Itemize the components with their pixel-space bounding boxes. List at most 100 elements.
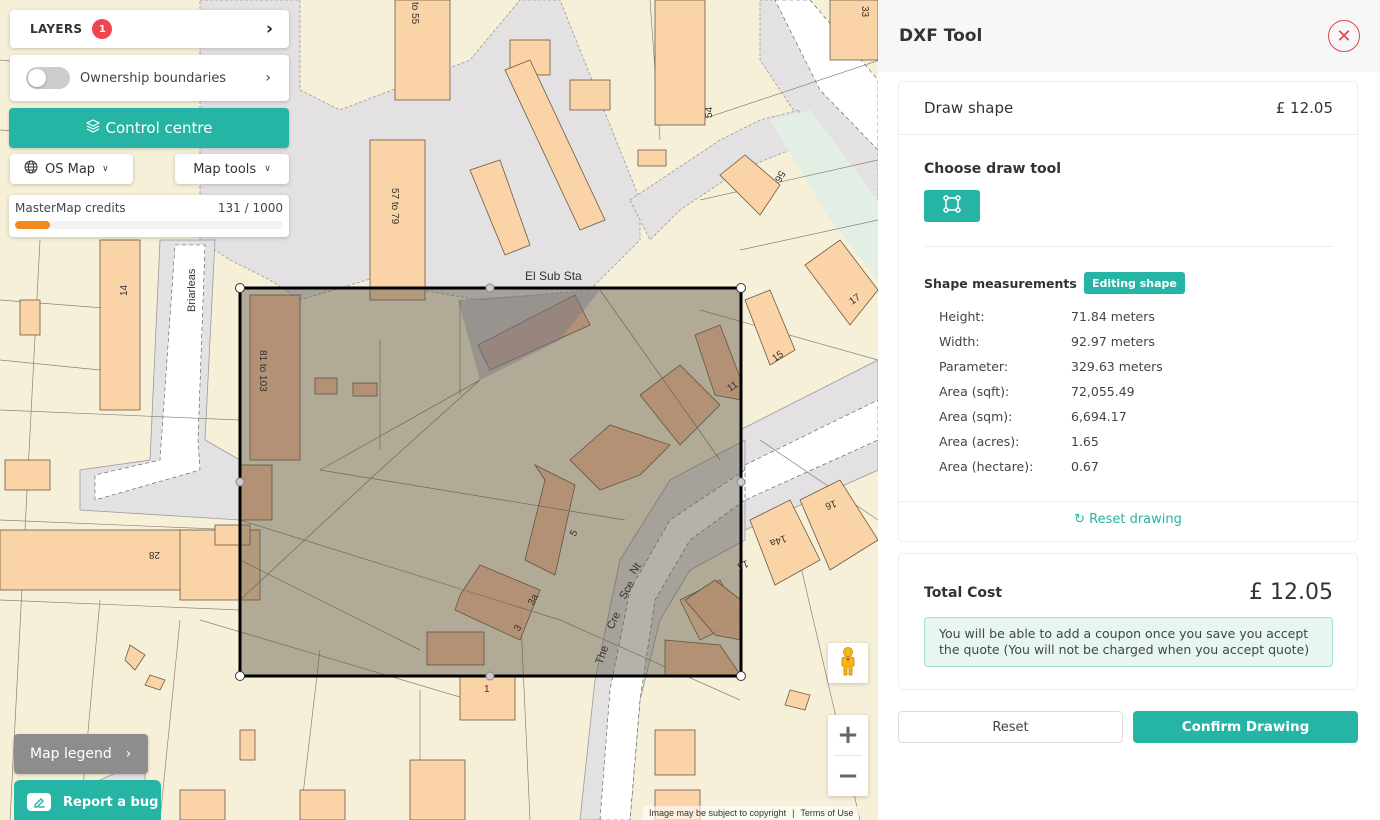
report-bug-button[interactable]: Report a bug <box>14 780 161 820</box>
map-tools-dropdown[interactable]: Map tools ∨ <box>175 154 289 184</box>
divider <box>899 501 1357 502</box>
label-briarleas: Briarleas <box>186 268 198 312</box>
map-legend-button[interactable]: Map legend › <box>14 734 148 774</box>
midpoint-handle <box>235 477 245 487</box>
chevron-down-icon: ∨ <box>102 164 109 174</box>
shape-measurements-title: Shape measurements <box>924 276 1077 291</box>
reset-button[interactable]: Reset <box>898 711 1123 743</box>
terms-of-use-link[interactable]: Terms of Use <box>800 808 853 818</box>
copyright-notice: Image may be subject to copyright <box>649 808 787 818</box>
building <box>299 789 346 820</box>
measurement-label: Area (hectare): <box>939 459 1034 474</box>
building <box>99 239 141 411</box>
measurement-value: 329.63 meters <box>1071 359 1163 374</box>
draw-shape-label: Draw shape <box>924 99 1014 117</box>
measurement-label: Width: <box>939 334 980 349</box>
measurement-row: Area (hectare): 0.67 <box>939 454 1163 479</box>
label-house: 54 <box>704 106 715 118</box>
zoom-in-button[interactable]: + <box>828 715 868 755</box>
building <box>744 289 796 366</box>
close-button[interactable]: ✕ <box>1328 20 1360 52</box>
map-tools-label: Map tools <box>193 161 257 177</box>
total-cost-card: Total Cost £ 12.05 You will be able to a… <box>898 553 1358 690</box>
street-view-pegman[interactable] <box>828 643 868 683</box>
vertex-handle <box>235 671 245 681</box>
measurement-value: 6,694.17 <box>1071 409 1127 424</box>
measurement-row: Parameter: 329.63 meters <box>939 354 1163 379</box>
ownership-boundaries-toggle[interactable] <box>26 67 70 89</box>
chevron-right-icon: › <box>265 19 273 39</box>
measurements-list: Height: 71.84 meters Width: 92.97 meters Par… <box>939 304 1163 479</box>
ownership-boundaries-label: Ownership boundaries <box>80 70 227 86</box>
building <box>239 464 273 521</box>
measurement-value: 71.84 meters <box>1071 309 1155 324</box>
vertex-handle <box>736 283 746 293</box>
layers-label: LAYERS <box>30 22 83 36</box>
measurement-label: Height: <box>939 309 985 324</box>
building <box>19 299 41 336</box>
chevron-down-icon: ∨ <box>264 164 271 174</box>
panel-title: DXF Tool <box>899 26 983 46</box>
confirm-drawing-button[interactable]: Confirm Drawing <box>1133 711 1358 743</box>
building <box>409 759 466 820</box>
building <box>459 674 516 721</box>
control-centre-label: Control centre <box>105 119 213 137</box>
selection-shape <box>235 283 746 681</box>
measurement-row: Area (sqft): 72,055.49 <box>939 379 1163 404</box>
building <box>352 382 378 397</box>
draw-shape-header: Draw shape £ 12.05 <box>899 82 1357 135</box>
vertex-handle <box>736 671 746 681</box>
refresh-icon: ↻ <box>1074 512 1085 527</box>
credits-count: 131 / 1000 <box>217 201 283 215</box>
measurement-row: Area (sqm): 6,694.17 <box>939 404 1163 429</box>
label-house: 28 <box>148 549 160 560</box>
layers-count-badge: 1 <box>92 19 113 39</box>
measurement-label: Area (sqm): <box>939 409 1013 424</box>
rectangle-draw-tool-button[interactable] <box>924 190 980 222</box>
mastermap-credits: MasterMap credits 131 / 1000 <box>9 195 289 237</box>
label-house: to 55 <box>409 2 420 25</box>
midpoint-handle <box>485 283 495 293</box>
pencil-icon <box>27 793 51 811</box>
layers-stack-icon <box>85 119 100 137</box>
total-cost-value: £ 12.05 <box>1249 580 1333 605</box>
measurement-label: Parameter: <box>939 359 1009 374</box>
total-cost-label: Total Cost <box>924 585 1003 601</box>
draw-shape-price: £ 12.05 <box>1275 99 1333 117</box>
layers-button[interactable]: LAYERS 1 › <box>10 10 289 48</box>
basemap-select[interactable]: OS Map ∨ <box>10 154 133 184</box>
reset-drawing-label: Reset drawing <box>1089 512 1182 527</box>
map-canvas[interactable]: El Sub Sta Briarleas to 55 57 to 79 81 t… <box>0 0 878 820</box>
attribution-separator: | <box>792 808 795 818</box>
label-house: 81 to 103 <box>257 350 268 392</box>
editing-shape-badge: Editing shape <box>1084 272 1185 294</box>
rectangle-vertices-icon <box>943 195 961 217</box>
divider <box>924 246 1333 247</box>
chevron-right-icon[interactable]: › <box>265 70 271 86</box>
measurement-row: Area (acres): 1.65 <box>939 429 1163 454</box>
report-bug-label: Report a bug <box>63 794 159 810</box>
measurement-label: Area (acres): <box>939 434 1020 449</box>
measurement-row: Width: 92.97 meters <box>939 329 1163 354</box>
draw-shape-card: Draw shape £ 12.05 Choose draw tool Shap… <box>898 81 1358 542</box>
ownership-boundaries-row[interactable]: Ownership boundaries › <box>10 55 289 101</box>
building <box>637 149 667 167</box>
building <box>124 644 146 671</box>
reset-drawing-link[interactable]: ↻ Reset drawing <box>899 512 1357 527</box>
map-legend-label: Map legend <box>30 746 112 762</box>
building <box>394 0 451 101</box>
building <box>0 529 191 591</box>
control-centre-button[interactable]: Control centre <box>9 108 289 148</box>
zoom-out-button[interactable]: − <box>828 756 868 796</box>
midpoint-handle <box>736 477 746 487</box>
measurement-label: Area (sqft): <box>939 384 1010 399</box>
measurement-value: 92.97 meters <box>1071 334 1155 349</box>
panel-header: DXF Tool ✕ <box>878 0 1380 72</box>
label-substation: El Sub Sta <box>525 269 582 283</box>
building <box>4 459 51 491</box>
building <box>654 0 706 126</box>
globe-icon <box>24 160 38 178</box>
coupon-info-note: You will be able to add a coupon once yo… <box>924 617 1333 667</box>
credits-progress-fill <box>15 221 51 229</box>
building <box>179 789 226 820</box>
